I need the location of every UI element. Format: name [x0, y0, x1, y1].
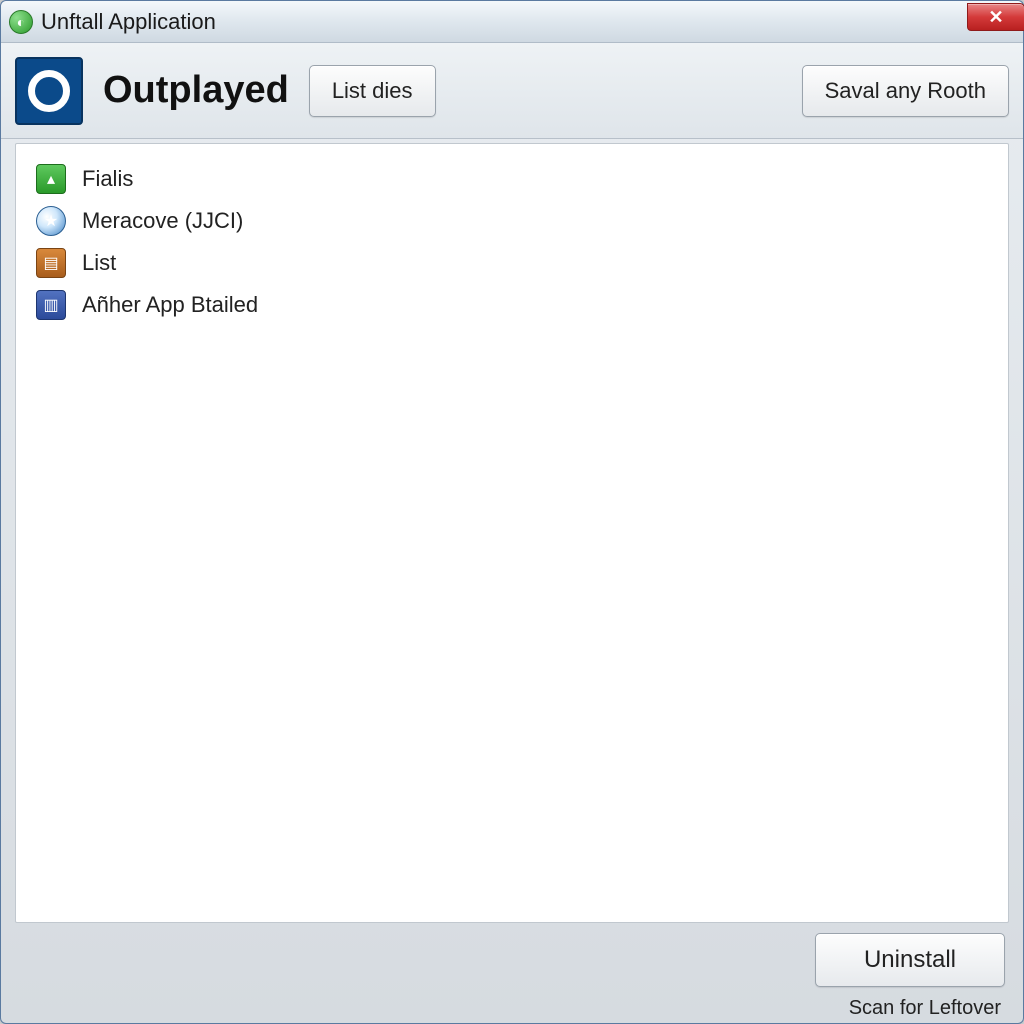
list-item[interactable]: ▤ List: [24, 242, 1000, 284]
saval-any-rooth-button[interactable]: Saval any Rooth: [802, 65, 1009, 117]
app-item-label: Añher App Btailed: [82, 292, 258, 318]
app-list-panel: ▴ Fialis ★ Meracove (JJCI) ▤ List ▥ Añhe…: [15, 143, 1009, 923]
app-item-label: List: [82, 250, 116, 276]
list-item[interactable]: ▴ Fialis: [24, 158, 1000, 200]
app-name-label: Outplayed: [103, 69, 289, 112]
list-item[interactable]: ★ Meracove (JJCI): [24, 200, 1000, 242]
app-item-icon: ▥: [36, 290, 66, 320]
toolbar: Outplayed List dies Saval any Rooth: [1, 43, 1023, 139]
app-item-label: Meracove (JJCI): [82, 208, 243, 234]
scan-for-leftover-link[interactable]: Scan for Leftover: [849, 997, 1005, 1020]
app-item-label: Fialis: [82, 166, 133, 192]
footer: Uninstall Scan for Leftover: [1, 927, 1023, 1023]
list-item[interactable]: ▥ Añher App Btailed: [24, 284, 1000, 326]
close-icon: ✕: [988, 7, 1003, 28]
app-title-icon: ◐: [9, 10, 33, 34]
outplayed-logo-icon: [28, 70, 70, 112]
app-window: ◐ Unftall Application ✕ Outplayed List d…: [0, 0, 1024, 1024]
app-item-icon: ▤: [36, 248, 66, 278]
window-title: Unftall Application: [41, 9, 216, 35]
uninstall-button[interactable]: Uninstall: [815, 933, 1005, 987]
list-dies-button[interactable]: List dies: [309, 65, 436, 117]
outplayed-app-icon: [15, 57, 83, 125]
close-button[interactable]: ✕: [967, 3, 1024, 31]
titlebar: ◐ Unftall Application ✕: [1, 1, 1023, 43]
app-item-icon: ▴: [36, 164, 66, 194]
app-item-icon: ★: [36, 206, 66, 236]
